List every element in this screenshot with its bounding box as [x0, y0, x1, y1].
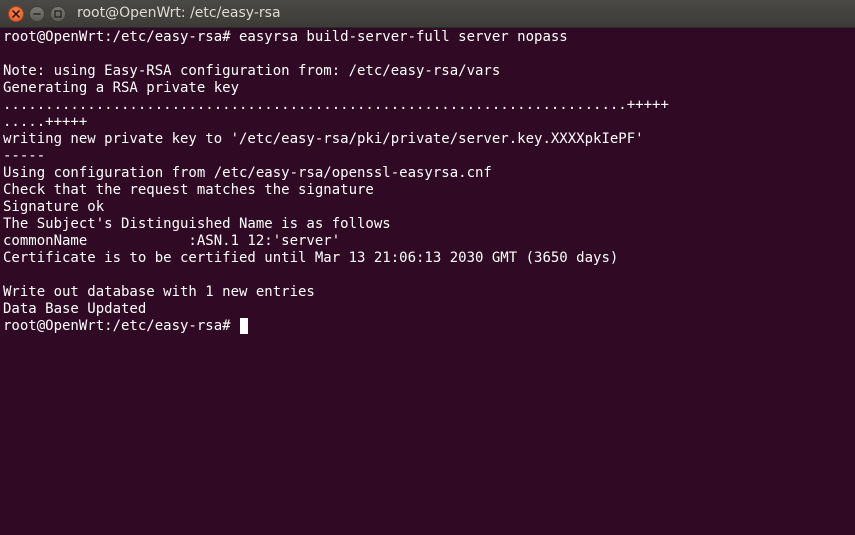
terminal-line: Note: using Easy-RSA configuration from:…	[3, 63, 501, 79]
terminal-line: Using configuration from /etc/easy-rsa/o…	[3, 165, 492, 181]
shell-prompt: root@OpenWrt:/etc/easy-rsa#	[3, 318, 240, 334]
terminal-line: writing new private key to '/etc/easy-rs…	[3, 131, 644, 147]
terminal-line: Write out database with 1 new entries	[3, 284, 315, 300]
terminal-line: Signature ok	[3, 199, 105, 215]
terminal-line: -----	[3, 148, 46, 164]
terminal-line: root@OpenWrt:/etc/easy-rsa# easyrsa buil…	[3, 29, 568, 45]
close-button[interactable]	[8, 6, 24, 22]
terminal-output[interactable]: root@OpenWrt:/etc/easy-rsa# easyrsa buil…	[0, 28, 855, 535]
maximize-icon	[54, 10, 62, 18]
terminal-line: commonName :ASN.1 12:'server'	[3, 233, 341, 249]
terminal-line: .....+++++	[3, 114, 88, 130]
text-cursor	[240, 318, 249, 334]
terminal-line: The Subject's Distinguished Name is as f…	[3, 216, 391, 232]
terminal-line: Certificate is to be certified until Mar…	[3, 250, 619, 266]
terminal-line: Data Base Updated	[3, 301, 147, 317]
window-title: root@OpenWrt: /etc/easy-rsa	[77, 5, 281, 21]
close-icon	[12, 10, 20, 18]
terminal-line: Generating a RSA private key	[3, 80, 240, 96]
maximize-button[interactable]	[50, 6, 66, 22]
title-bar[interactable]: root@OpenWrt: /etc/easy-rsa	[0, 0, 855, 28]
terminal-line: Check that the request matches the signa…	[3, 182, 374, 198]
prompt-line[interactable]: root@OpenWrt:/etc/easy-rsa#	[3, 318, 855, 335]
minimize-button[interactable]	[29, 6, 45, 22]
terminal-window: root@OpenWrt: /etc/easy-rsa root@OpenWrt…	[0, 0, 855, 535]
terminal-line: ........................................…	[3, 97, 669, 113]
minimize-icon	[33, 13, 41, 15]
